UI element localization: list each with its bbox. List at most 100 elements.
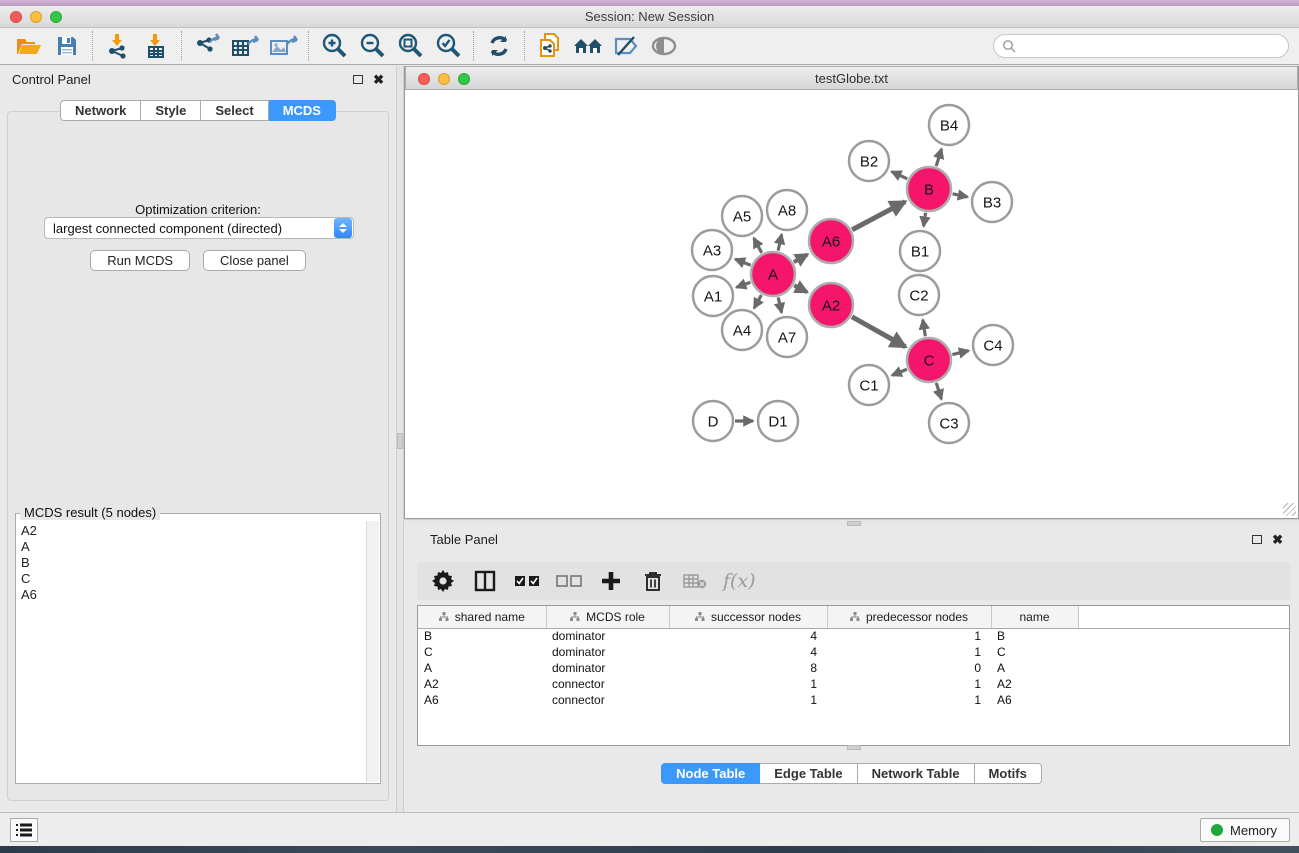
graph-edge-B-B2[interactable] (892, 172, 908, 179)
table-cell[interactable]: B (418, 628, 546, 644)
table-cell[interactable]: 4 (669, 628, 827, 644)
resize-handle[interactable] (1283, 503, 1296, 516)
graph-node-B[interactable]: B (907, 167, 951, 211)
graph-node-C2[interactable]: C2 (899, 275, 939, 315)
zoom-out-button[interactable] (353, 30, 391, 62)
zoom-selected-button[interactable] (429, 30, 467, 62)
table-cell[interactable]: connector (546, 676, 669, 692)
column-header-shared-name[interactable]: shared name (418, 606, 546, 628)
graph-edge-A-A3[interactable] (735, 259, 750, 265)
graph-edge-B-B1[interactable] (924, 213, 926, 227)
graph-edge-C-C1[interactable] (892, 369, 907, 375)
graph-node-B4[interactable]: B4 (929, 105, 969, 145)
graph-node-A7[interactable]: A7 (767, 317, 807, 357)
table-cell[interactable]: A (418, 660, 546, 676)
graph-edge-A2-C[interactable] (852, 317, 906, 347)
table-cell[interactable]: dominator (546, 660, 669, 676)
network-canvas[interactable]: B4B2BB3A5A8A6A3B1AA1C2A2A4A7C4CC1C3DD1 (406, 91, 1297, 517)
graph-node-A4[interactable]: A4 (722, 310, 762, 350)
refresh-button[interactable] (480, 30, 518, 62)
table-cell[interactable]: B (991, 628, 1078, 644)
graph-node-D[interactable]: D (693, 401, 733, 441)
mcds-result-item[interactable]: A6 (21, 587, 366, 603)
toggle-view-button[interactable] (645, 30, 683, 62)
zoom-window-button[interactable] (50, 11, 62, 23)
export-table-button[interactable] (226, 30, 264, 62)
unselect-all-columns-button[interactable] (555, 567, 583, 595)
graph-node-B2[interactable]: B2 (849, 141, 889, 181)
table-settings-button[interactable] (429, 567, 457, 595)
graph-node-A[interactable]: A (751, 252, 795, 296)
table-cell[interactable]: dominator (546, 644, 669, 660)
mcds-result-item[interactable]: B (21, 555, 366, 571)
zoom-fit-button[interactable] (391, 30, 429, 62)
open-file-button[interactable] (10, 30, 48, 62)
zoom-in-button[interactable] (315, 30, 353, 62)
graph-node-D1[interactable]: D1 (758, 401, 798, 441)
task-history-button[interactable] (10, 818, 38, 842)
column-header-successor-nodes[interactable]: successor nodes (669, 606, 827, 628)
close-panel-button[interactable]: Close panel (203, 250, 306, 271)
run-mcds-button[interactable]: Run MCDS (90, 250, 190, 271)
column-header-predecessor-nodes[interactable]: predecessor nodes (827, 606, 991, 628)
graph-edge-A-A7[interactable] (778, 297, 781, 312)
graph-node-C1[interactable]: C1 (849, 365, 889, 405)
mcds-result-item[interactable]: A2 (21, 523, 366, 539)
create-column-button[interactable] (597, 567, 625, 595)
graph-node-C3[interactable]: C3 (929, 403, 969, 443)
float-panel-icon[interactable] (1252, 535, 1262, 544)
table-cell[interactable]: 1 (827, 676, 991, 692)
minimize-window-button[interactable] (30, 11, 42, 23)
close-panel-icon[interactable]: ✖ (373, 73, 384, 86)
tab-network[interactable]: Network (60, 100, 141, 121)
table-cell[interactable]: A2 (418, 676, 546, 692)
graph-edge-C-C4[interactable] (952, 351, 968, 355)
table-cell[interactable]: C (991, 644, 1078, 660)
graph-node-A5[interactable]: A5 (722, 196, 762, 236)
table-cell[interactable]: A (991, 660, 1078, 676)
table-cell[interactable]: A6 (418, 692, 546, 708)
graph-node-B1[interactable]: B1 (900, 231, 940, 271)
import-table-button[interactable] (137, 30, 175, 62)
close-window-button[interactable] (10, 11, 22, 23)
export-network-button[interactable] (188, 30, 226, 62)
table-cell[interactable]: 1 (669, 676, 827, 692)
graph-node-C4[interactable]: C4 (973, 325, 1013, 365)
graph-edge-C-C2[interactable] (923, 320, 926, 337)
float-panel-icon[interactable] (353, 75, 363, 84)
graph-edge-B-B3[interactable] (953, 194, 968, 197)
delete-column-button[interactable] (639, 567, 667, 595)
table-cell[interactable]: 0 (827, 660, 991, 676)
select-all-columns-button[interactable] (513, 567, 541, 595)
mcds-result-item[interactable]: C (21, 571, 366, 587)
graph-node-A2[interactable]: A2 (809, 283, 853, 327)
graph-edge-A-A6[interactable] (794, 254, 808, 262)
show-hide-panels-button[interactable] (569, 30, 607, 62)
network-minimize-button[interactable] (438, 73, 450, 85)
table-cell[interactable]: C (418, 644, 546, 660)
function-builder-button-disabled[interactable]: f(x) (723, 567, 756, 595)
table-divider-grip[interactable] (847, 745, 861, 750)
tab-style[interactable]: Style (141, 100, 201, 121)
show-column-button[interactable] (471, 567, 499, 595)
export-image-button[interactable] (264, 30, 302, 62)
tab-motifs[interactable]: Motifs (975, 763, 1042, 784)
table-cell[interactable]: 1 (669, 692, 827, 708)
graph-node-A8[interactable]: A8 (767, 190, 807, 230)
graph-edge-A-A8[interactable] (778, 234, 782, 250)
table-cell[interactable]: 1 (827, 692, 991, 708)
table-cell[interactable]: 4 (669, 644, 827, 660)
horizontal-divider[interactable] (404, 519, 1299, 526)
graph-edge-A-A1[interactable] (736, 282, 750, 287)
table-cell[interactable]: 1 (827, 628, 991, 644)
close-panel-icon[interactable]: ✖ (1272, 533, 1283, 546)
duplicate-network-button[interactable] (531, 30, 569, 62)
network-close-button[interactable] (418, 73, 430, 85)
graph-edge-A6-B[interactable] (852, 202, 905, 230)
memory-button[interactable]: Memory (1200, 818, 1290, 842)
table-cell[interactable]: A2 (991, 676, 1078, 692)
panel-divider[interactable] (396, 66, 404, 812)
table-cell[interactable]: connector (546, 692, 669, 708)
graph-node-A3[interactable]: A3 (692, 230, 732, 270)
table-cell[interactable]: 8 (669, 660, 827, 676)
